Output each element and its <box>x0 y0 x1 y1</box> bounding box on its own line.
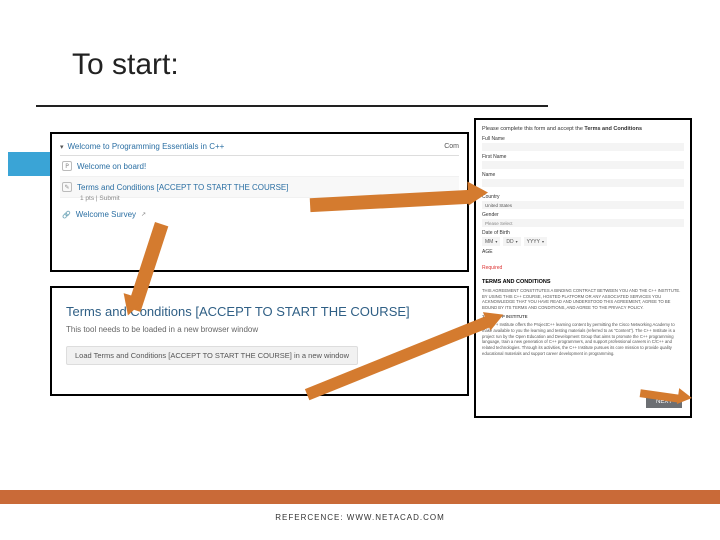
firstname-input[interactable] <box>482 161 684 169</box>
form-lead-bold: Terms and Conditions <box>584 126 642 132</box>
dob-month-select[interactable]: MM▾ <box>482 237 500 246</box>
fullname-label: Full Name <box>482 136 684 142</box>
course-title: Welcome to Programming Essentials in C++ <box>68 142 225 151</box>
dob-year-select[interactable]: YYYY▾ <box>524 237 547 246</box>
list-item-label: Terms and Conditions [ACCEPT TO START TH… <box>77 183 288 192</box>
fullname-input[interactable] <box>482 143 684 151</box>
title-underline <box>36 105 548 107</box>
terms-paragraph: The C++ Institute offers the ProjectC++ … <box>482 322 684 356</box>
chevron-down-icon: ▾ <box>60 143 64 151</box>
country-select[interactable]: United States <box>482 201 684 209</box>
assignment-icon: ✎ <box>62 182 72 192</box>
age-label: AGE <box>482 249 684 255</box>
page-icon: 𝖯 <box>62 161 72 171</box>
accent-box <box>8 152 56 176</box>
link-icon: 🔗 <box>62 211 71 219</box>
gender-select[interactable]: Please Select <box>482 219 684 227</box>
completion-label: Com <box>444 143 459 150</box>
dob-label: Date of Birth <box>482 230 684 236</box>
course-outline-header[interactable]: ▾ Welcome to Programming Essentials in C… <box>60 140 459 156</box>
firstname-label: First Name <box>482 154 684 160</box>
external-icon: ↗ <box>141 211 146 218</box>
panel2-sub: This tool needs to be loaded in a new br… <box>66 325 453 334</box>
load-terms-button[interactable]: Load Terms and Conditions [ACCEPT TO STA… <box>66 346 358 365</box>
age-required: Required <box>482 265 502 271</box>
list-item-label: Welcome on board! <box>77 162 146 171</box>
terms-paragraph: THIS AGREEMENT CONSTITUTES A BINDING CON… <box>482 288 684 311</box>
footer-reference: REFERCENCE: WWW.NETACAD.COM <box>0 513 720 522</box>
dob-day-select[interactable]: DD▾ <box>503 237 520 246</box>
lastname-input[interactable] <box>482 179 684 187</box>
terms-load-panel: Terms and Conditions [ACCEPT TO START TH… <box>50 286 469 396</box>
gender-label: Gender <box>482 212 684 218</box>
terms-body: THIS AGREEMENT CONSTITUTES A BINDING CON… <box>482 288 684 356</box>
form-lead: Please complete this form and accept the… <box>482 126 684 132</box>
list-item-label: Welcome Survey <box>76 210 136 219</box>
terms-body-heading: TERMS AND CONDITIONS <box>482 279 684 285</box>
footer-accent-bar <box>0 490 720 504</box>
country-label: Country <box>482 194 684 200</box>
form-lead-text: Please complete this form and accept the <box>482 126 584 132</box>
terms-paragraph: 1. THE CPP INSTITUTE <box>482 314 684 320</box>
registration-form-panel: Please complete this form and accept the… <box>474 118 692 418</box>
list-item[interactable]: 🔗 Welcome Survey ↗ <box>60 205 459 224</box>
lastname-label: Name <box>482 172 684 178</box>
list-item[interactable]: 𝖯 Welcome on board! <box>60 156 459 177</box>
slide-title: To start: <box>72 48 179 82</box>
